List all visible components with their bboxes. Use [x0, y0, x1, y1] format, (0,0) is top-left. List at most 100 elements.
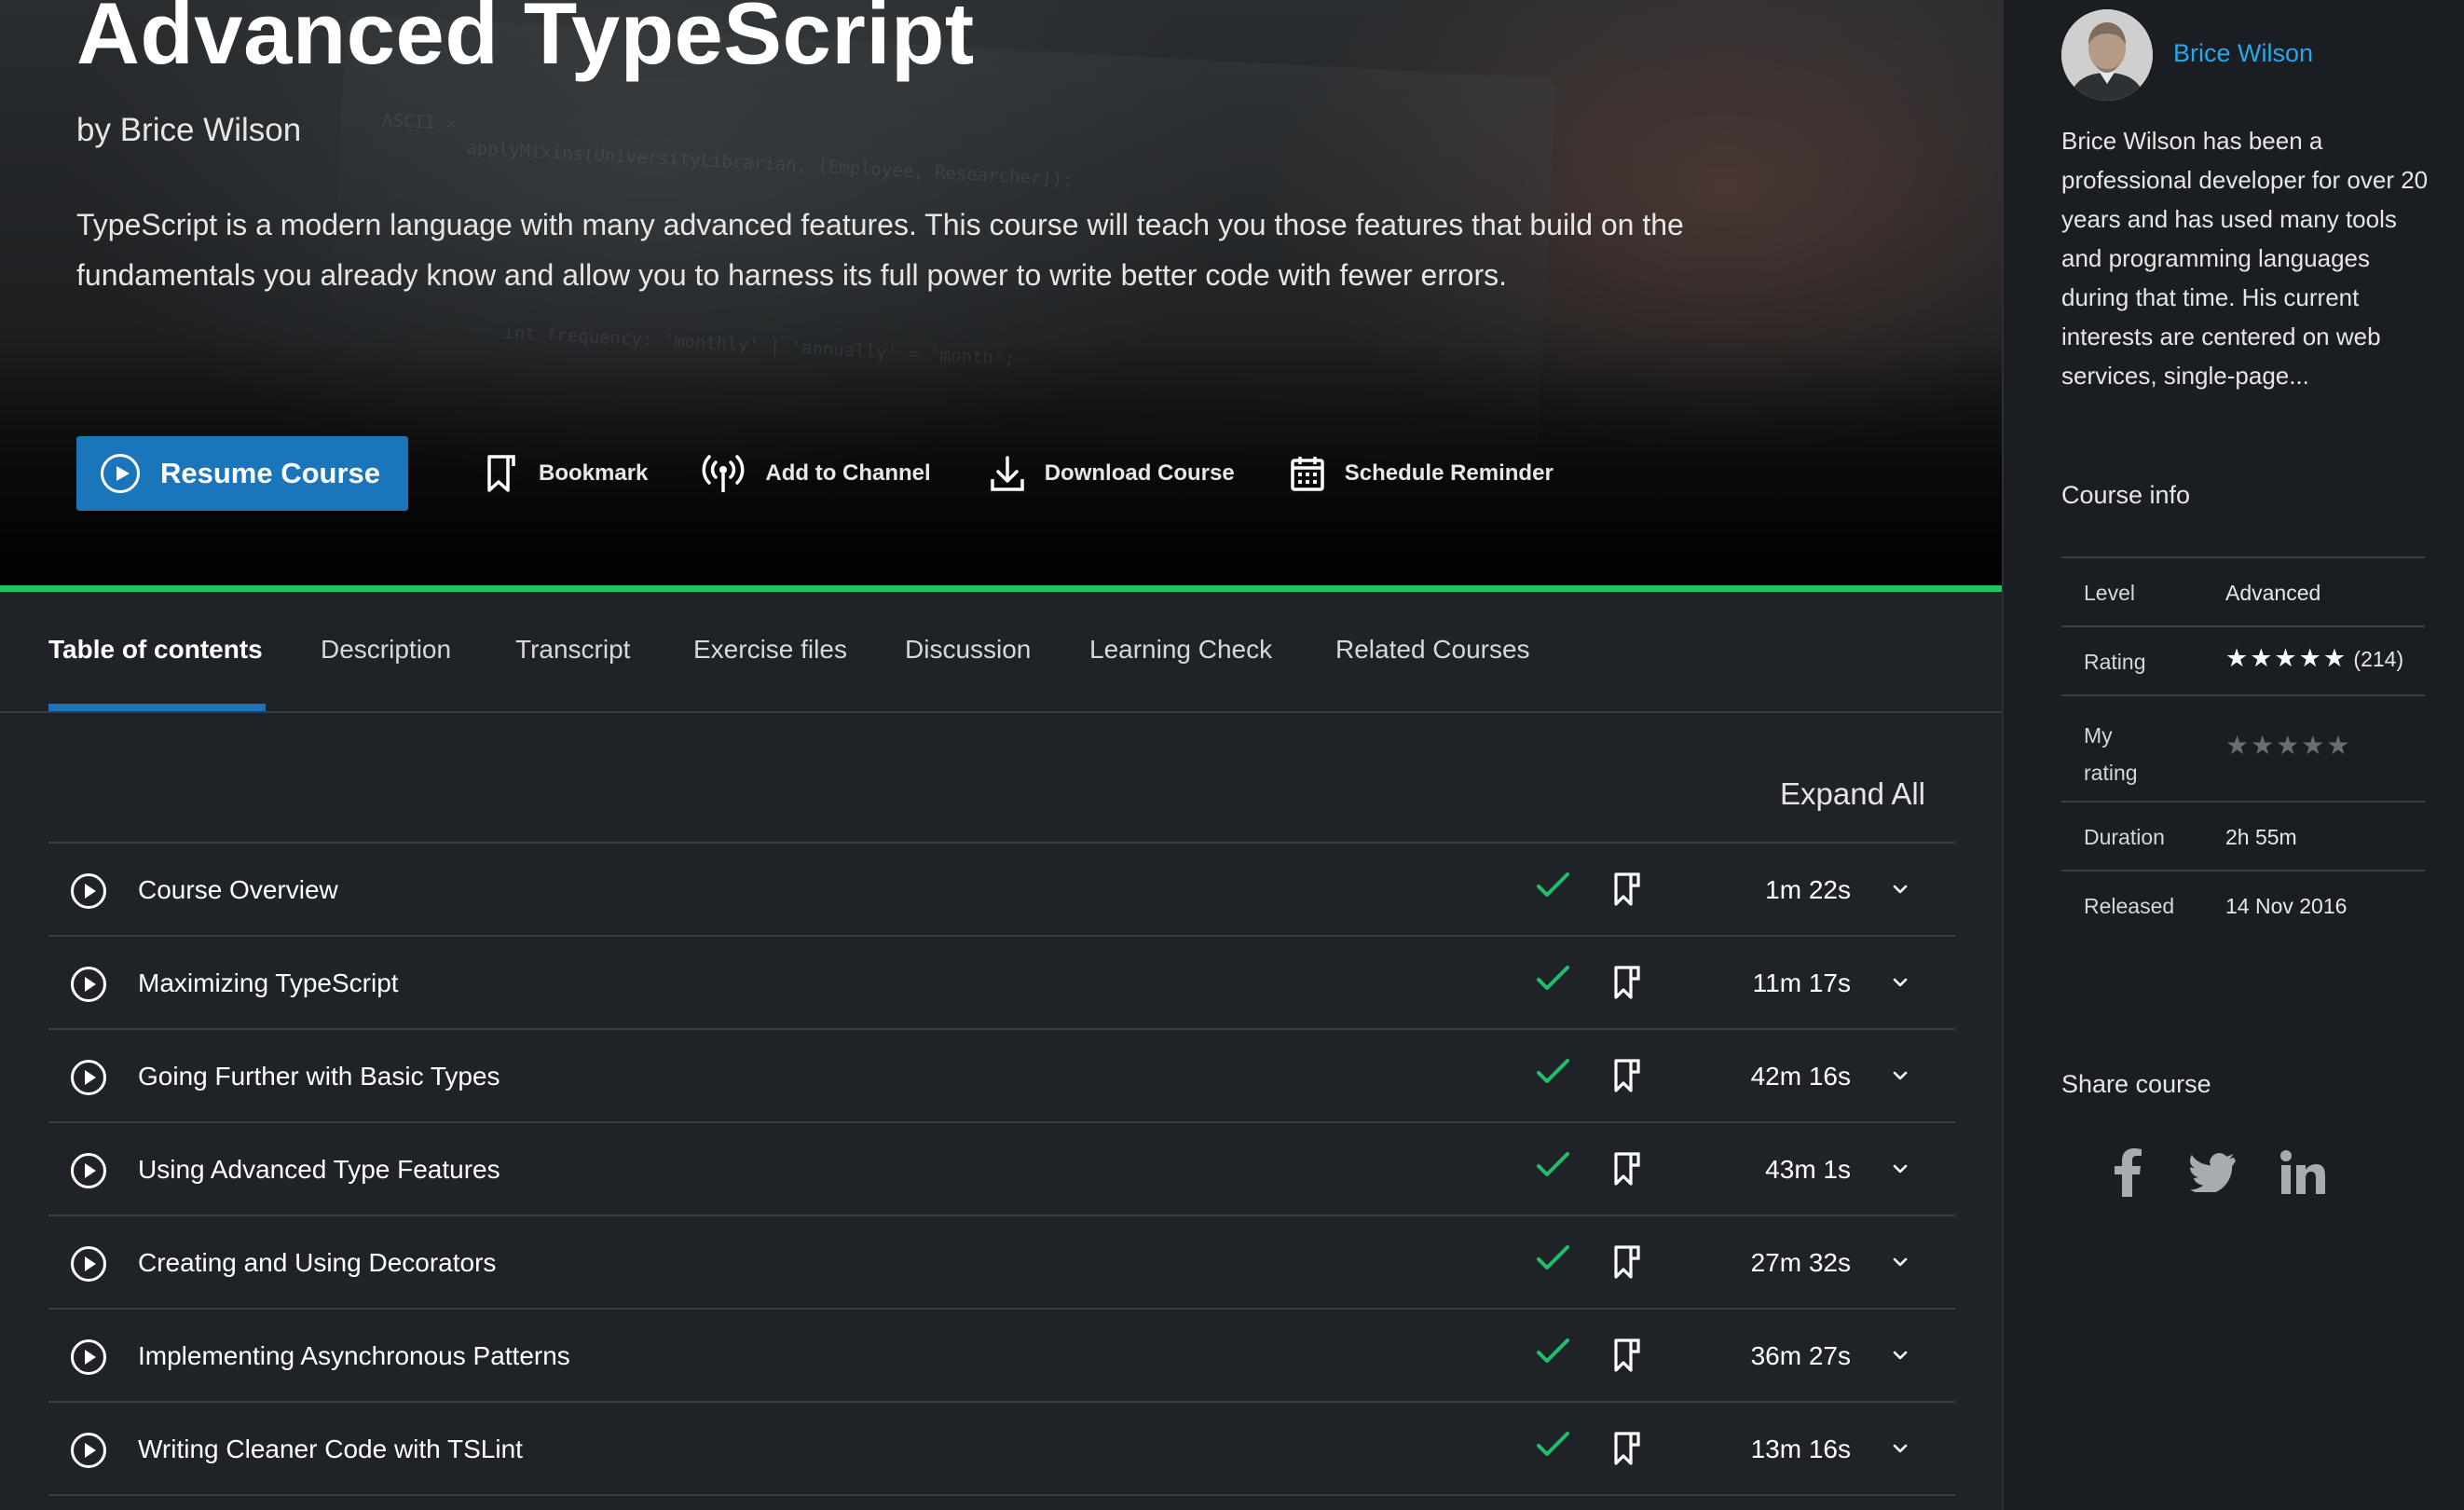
chevron-down-icon[interactable]	[1890, 1252, 1910, 1272]
facebook-icon[interactable]	[2102, 1146, 2153, 1199]
module-title[interactable]: Using Advanced Type Features	[138, 1155, 500, 1185]
duration-label: Duration	[2084, 825, 2165, 849]
tab-exercise-files[interactable]: Exercise files	[693, 635, 847, 665]
course-info-table: Level Advanced Rating ★★★★★ (214) My rat…	[2061, 556, 2425, 940]
active-tab-indicator	[48, 704, 266, 711]
schedule-reminder-label: Schedule Reminder	[1344, 460, 1554, 486]
play-circle-icon[interactable]	[71, 967, 106, 1002]
calendar-icon	[1289, 453, 1326, 494]
bookmark-icon[interactable]	[1612, 965, 1642, 1000]
course-content: Table of contents Description Transcript…	[0, 592, 2002, 1510]
module-duration: 11m 17s	[1752, 968, 1851, 997]
bookmark-icon[interactable]	[1612, 1338, 1642, 1373]
module-duration: 1m 22s	[1765, 875, 1851, 904]
chevron-down-icon[interactable]	[1890, 1438, 1910, 1459]
module-title[interactable]: Course Overview	[138, 875, 338, 905]
toc-module-row[interactable]: Writing Cleaner Code with TSLint 13m 16s	[48, 1403, 1955, 1496]
bookmark-icon[interactable]	[1612, 1151, 1642, 1187]
my-rating-label: My rating	[2084, 723, 2138, 785]
download-icon	[989, 453, 1026, 494]
author-name-link[interactable]: Brice Wilson	[2173, 39, 2313, 68]
level-value: Advanced	[2225, 581, 2321, 605]
avatar[interactable]	[2061, 9, 2153, 101]
chevron-down-icon[interactable]	[1890, 1345, 1910, 1366]
play-circle-icon[interactable]	[71, 1339, 106, 1375]
play-circle-icon[interactable]	[71, 873, 106, 909]
bookmark-icon[interactable]	[1612, 1244, 1642, 1280]
broadcast-icon	[700, 453, 746, 494]
tab-discussion[interactable]: Discussion	[905, 635, 1031, 665]
add-to-channel-button[interactable]: Add to Channel	[700, 453, 931, 494]
rating-stars: ★★★★★	[2225, 644, 2348, 672]
module-title[interactable]: Maximizing TypeScript	[138, 968, 399, 998]
resume-course-label: Resume Course	[160, 457, 381, 489]
toc-module-row[interactable]: Course Overview 1m 22s	[48, 844, 1955, 937]
play-circle-icon[interactable]	[71, 1060, 106, 1095]
course-progress-bar	[0, 585, 2002, 592]
tab-related-courses[interactable]: Related Courses	[1335, 635, 1530, 665]
module-title[interactable]: Creating and Using Decorators	[138, 1248, 496, 1278]
toc-module-row[interactable]: Maximizing TypeScript 11m 17s	[48, 937, 1955, 1030]
play-circle-icon[interactable]	[71, 1246, 106, 1282]
module-duration: 13m 16s	[1750, 1434, 1851, 1463]
module-title[interactable]: Going Further with Basic Types	[138, 1062, 500, 1091]
released-label: Released	[2084, 894, 2175, 918]
hero-background-code: ASCII ×	[381, 109, 458, 135]
author-sidebar: Brice Wilson Brice Wilson has been a pro…	[2002, 0, 2464, 1510]
chevron-down-icon[interactable]	[1890, 1065, 1910, 1086]
toc-module-row[interactable]: Implementing Asynchronous Patterns 36m 27…	[48, 1310, 1955, 1403]
bookmark-icon	[483, 453, 520, 494]
check-icon	[1534, 1334, 1571, 1371]
bookmark-label: Bookmark	[539, 460, 649, 486]
check-icon	[1534, 1241, 1571, 1278]
check-icon	[1534, 868, 1571, 905]
module-title[interactable]: Implementing Asynchronous Patterns	[138, 1341, 570, 1371]
level-label: Level	[2084, 581, 2135, 605]
download-course-button[interactable]: Download Course	[989, 453, 1235, 494]
linkedin-icon[interactable]	[2278, 1146, 2328, 1199]
course-hero: ASCII × applyMixins(UniversityLibrarian,…	[0, 0, 2002, 585]
tab-description[interactable]: Description	[321, 635, 451, 665]
chevron-down-icon[interactable]	[1890, 879, 1910, 899]
check-icon	[1534, 1147, 1571, 1185]
bookmark-icon[interactable]	[1612, 1431, 1642, 1466]
resume-course-button[interactable]: Resume Course	[76, 436, 408, 511]
schedule-reminder-button[interactable]: Schedule Reminder	[1289, 453, 1554, 494]
toc-module-row[interactable]: Using Advanced Type Features 43m 1s	[48, 1123, 1955, 1216]
toc-module-row[interactable]: Creating and Using Decorators 27m 32s	[48, 1216, 1955, 1310]
course-actions: Resume Course Bookmark Add to Channel Do…	[76, 436, 1554, 511]
bookmark-button[interactable]: Bookmark	[483, 453, 648, 494]
bookmark-icon[interactable]	[1612, 1058, 1642, 1093]
check-icon	[1534, 1427, 1571, 1464]
info-row-level: Level Advanced	[2061, 558, 2425, 627]
chevron-down-icon[interactable]	[1890, 1159, 1910, 1179]
module-title[interactable]: Writing Cleaner Code with TSLint	[138, 1434, 523, 1464]
play-circle-icon[interactable]	[71, 1433, 106, 1468]
course-info-heading: Course info	[2061, 481, 2191, 509]
module-duration: 43m 1s	[1765, 1155, 1851, 1184]
chevron-down-icon[interactable]	[1890, 972, 1910, 993]
tab-learning-check[interactable]: Learning Check	[1089, 635, 1272, 665]
course-description: TypeScript is a modern language with man…	[76, 208, 1684, 292]
course-title: Advanced TypeScript	[76, 0, 975, 82]
info-row-rating: Rating ★★★★★ (214)	[2061, 627, 2425, 696]
expand-all-button[interactable]: Expand All	[1780, 776, 1925, 812]
rating-label: Rating	[2084, 650, 2146, 674]
play-circle-icon	[101, 454, 140, 493]
tab-table-of-contents[interactable]: Table of contents	[48, 635, 263, 665]
module-duration: 36m 27s	[1750, 1341, 1851, 1370]
bookmark-icon[interactable]	[1612, 872, 1642, 907]
table-of-contents: Course Overview 1m 22s Maximizing TypeScri…	[48, 842, 1955, 1496]
info-row-my-rating: My rating ★★★★★	[2061, 696, 2425, 803]
my-rating-stars[interactable]: ★★★★★	[2225, 730, 2352, 761]
add-to-channel-label: Add to Channel	[765, 460, 931, 486]
twitter-icon[interactable]	[2188, 1146, 2238, 1199]
toc-module-row[interactable]: Going Further with Basic Types 42m 16s	[48, 1030, 1955, 1123]
info-row-released: Released 14 Nov 2016	[2061, 872, 2425, 940]
module-duration: 42m 16s	[1750, 1062, 1851, 1091]
tab-transcript[interactable]: Transcript	[515, 635, 630, 665]
author-bio: Brice Wilson has been a professional dev…	[2061, 127, 2429, 390]
module-duration: 27m 32s	[1750, 1248, 1851, 1277]
course-tabs: Table of contents Description Transcript…	[0, 592, 2002, 713]
play-circle-icon[interactable]	[71, 1153, 106, 1188]
